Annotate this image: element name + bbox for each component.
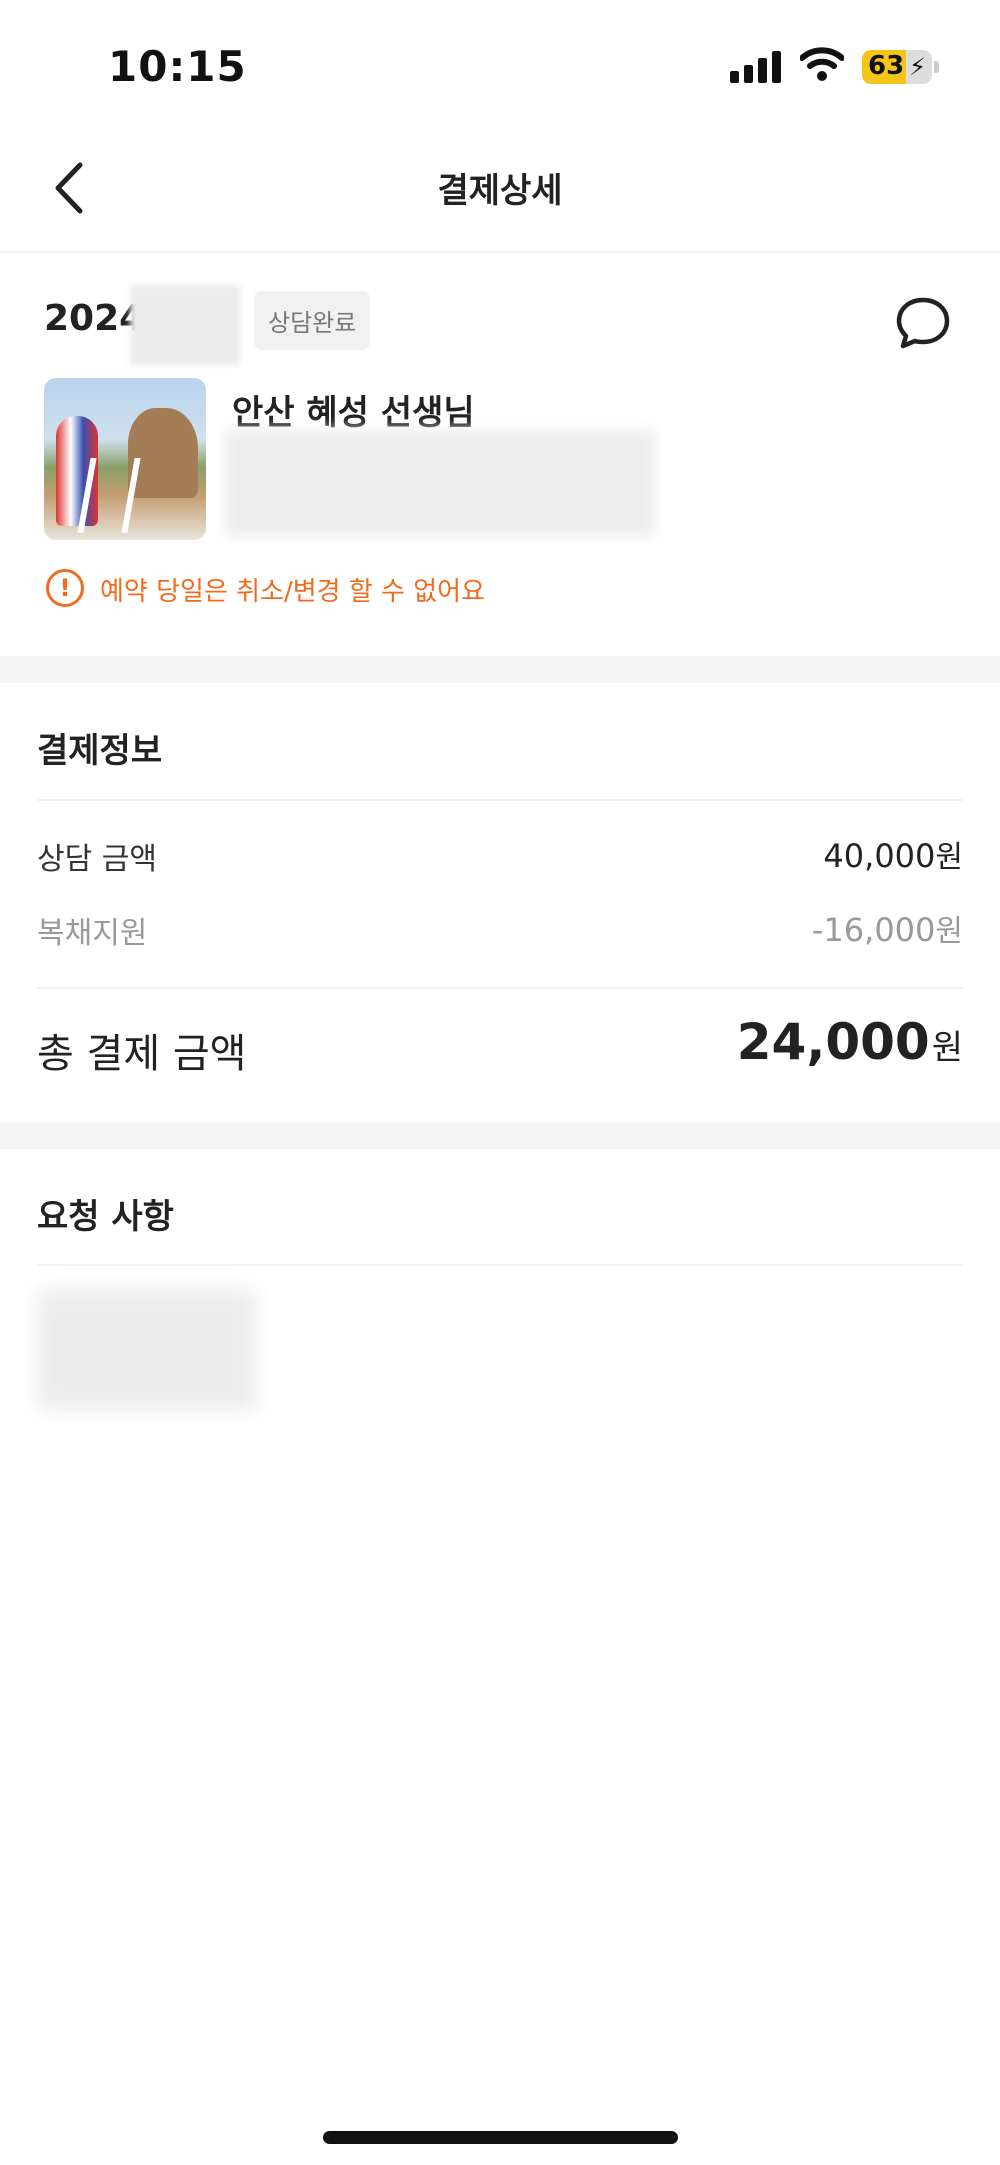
payment-section: 결제정보 상담 금액 40,000원 복채지원 -16,000원 총 결제 금액… xyxy=(0,683,1000,1122)
total-number: 24,000 xyxy=(736,1013,930,1071)
status-badge: 상담완료 xyxy=(254,291,371,350)
support-label: 복채지원 xyxy=(37,916,148,951)
teacher-photo xyxy=(44,378,206,540)
home-indicator[interactable] xyxy=(323,2131,678,2144)
total-value: 24,000원 xyxy=(737,1013,963,1071)
redacted-date xyxy=(130,285,240,365)
nav-header: 결제상세 xyxy=(0,125,1000,253)
consult-amount-number: 40,000 xyxy=(823,837,936,875)
status-time: 10:15 xyxy=(108,42,247,91)
consult-amount-value: 40,000원 xyxy=(823,832,963,876)
chat-button[interactable] xyxy=(893,293,953,353)
redacted-request-text xyxy=(37,1290,257,1410)
notice-text: 예약 당일은 취소/변경 할 수 없어요 xyxy=(100,577,485,607)
request-section: 요청 사항 xyxy=(0,1149,1000,1289)
total-label: 총 결제 금액 xyxy=(37,1031,247,1077)
consult-amount-label: 상담 금액 xyxy=(37,842,157,877)
cellular-signal-icon xyxy=(730,49,782,83)
section-divider xyxy=(0,656,1000,683)
support-value: -16,000원 xyxy=(812,906,963,950)
battery-tip xyxy=(934,61,939,73)
wifi-icon xyxy=(800,47,844,81)
battery-charging-icon: 63 ⚡ xyxy=(862,50,932,84)
teacher-name: 안산 혜성 선생님 xyxy=(232,393,475,433)
redacted-info xyxy=(225,429,655,537)
request-title: 요청 사항 xyxy=(37,1197,174,1237)
divider-line xyxy=(37,799,963,801)
charging-bolt-icon: ⚡ xyxy=(909,53,926,81)
payment-title: 결제정보 xyxy=(37,731,163,771)
exclamation-circle-icon: ! xyxy=(46,569,84,607)
page-title: 결제상세 xyxy=(437,171,563,211)
battery-level: 63 xyxy=(868,51,905,81)
currency-unit: 원 xyxy=(935,840,963,875)
currency-unit: 원 xyxy=(931,1028,963,1068)
divider-line xyxy=(37,1264,963,1266)
support-number: -16,000 xyxy=(811,911,936,949)
status-bar: 10:15 63 ⚡ xyxy=(0,0,1000,125)
reservation-card: 2024 상담완료 안산 혜성 선생님 ! 예약 당일은 취소/변경 할 수 없… xyxy=(0,253,1000,656)
divider-line xyxy=(37,987,963,989)
currency-unit: 원 xyxy=(935,914,963,949)
chat-bubble-icon xyxy=(896,297,950,349)
section-divider xyxy=(0,1122,1000,1149)
